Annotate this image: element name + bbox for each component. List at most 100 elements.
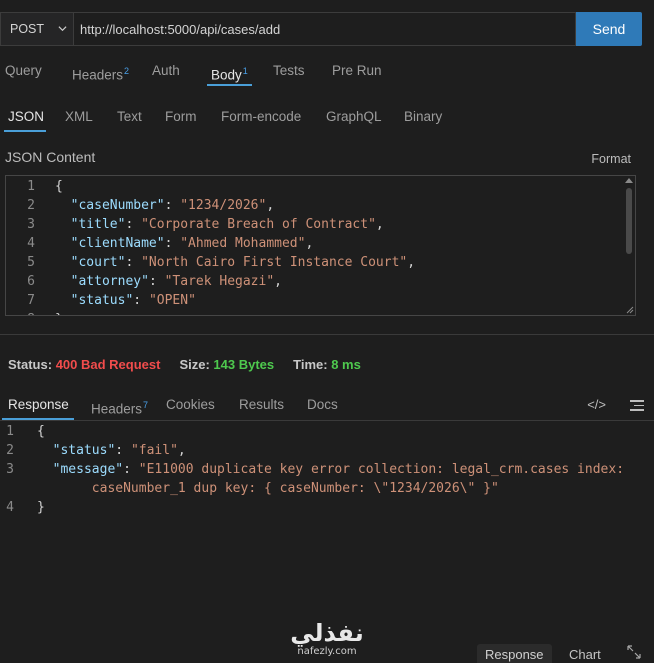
request-bar: POST http://localhost:5000/api/cases/add… xyxy=(0,12,642,46)
line-code: "title": "Corporate Breach of Contract", xyxy=(70,217,384,232)
tab-body[interactable]: Body1 xyxy=(207,62,252,86)
line-number: 1 xyxy=(27,179,35,194)
status-label: Status: xyxy=(8,357,53,372)
line-number: 3 xyxy=(27,217,35,232)
body-type-xml[interactable]: XML xyxy=(65,108,93,132)
status-value: 400 Bad Request xyxy=(55,357,161,372)
editor-line: 8 } xyxy=(6,310,635,315)
line-code: { xyxy=(39,177,63,196)
watermark-arabic: نفذلي xyxy=(290,619,364,647)
editor-line: 4 "clientName": "Ahmed Mohammed", xyxy=(6,234,635,253)
time-value: 8 ms xyxy=(331,357,361,372)
watermark-logo: نفذلي nafezly.com xyxy=(287,620,367,662)
line-number: 6 xyxy=(27,274,35,289)
response-tabs: Response Headers7 Cookies Results Docs xyxy=(0,397,654,421)
line-code: "message": "E11000 duplicate key error c… xyxy=(52,462,625,477)
tab-label: Query xyxy=(5,63,42,78)
method-select[interactable]: POST xyxy=(0,12,73,46)
json-key: "message" xyxy=(52,462,124,477)
tab-label: Pre Run xyxy=(332,63,382,78)
json-key: "status" xyxy=(70,293,134,308)
line-code: } xyxy=(39,310,63,315)
line-number: 2 xyxy=(27,198,35,213)
chevron-down-icon xyxy=(58,26,67,32)
tab-docs[interactable]: Docs xyxy=(307,397,338,420)
response-status-row: Status: 400 Bad Request Size: 143 Bytes … xyxy=(8,357,361,372)
json-key: "attorney" xyxy=(70,274,149,289)
line-number: 4 xyxy=(6,500,14,515)
size-value: 143 Bytes xyxy=(213,357,275,372)
line-number: 1 xyxy=(6,424,14,439)
json-value: "Corporate Breach of Contract" xyxy=(141,217,376,232)
json-value: "Tarek Hegazi" xyxy=(164,274,275,289)
tab-auth[interactable]: Auth xyxy=(152,62,180,86)
tab-label: Headers xyxy=(72,67,124,83)
time-label: Time: xyxy=(293,357,328,372)
json-key: "clientName" xyxy=(70,236,165,251)
editor-scrollbar[interactable] xyxy=(626,188,632,254)
body-type-form-encode[interactable]: Form-encode xyxy=(221,108,301,132)
watermark-site: nafezly.com xyxy=(297,646,357,657)
line-number: 2 xyxy=(6,443,14,458)
tab-results[interactable]: Results xyxy=(239,397,284,420)
json-value: "1234/2026" xyxy=(180,198,267,213)
headers-count-badge: 7 xyxy=(143,400,149,410)
format-button[interactable]: Format xyxy=(591,152,631,166)
json-key: "status" xyxy=(52,443,116,458)
response-line: 3 "message": "E11000 duplicate key error… xyxy=(0,460,654,479)
tab-response-headers[interactable]: Headers7 xyxy=(91,397,148,420)
menu-icon[interactable] xyxy=(630,400,644,411)
tab-response[interactable]: Response xyxy=(2,397,74,420)
json-value: "E11000 duplicate key error collection: … xyxy=(138,462,625,477)
response-line: 4 } xyxy=(0,498,654,517)
body-type-binary[interactable]: Binary xyxy=(404,108,442,132)
body-type-form[interactable]: Form xyxy=(165,108,197,132)
code-snippet-icon[interactable]: </> xyxy=(587,397,606,412)
headers-count-badge: 2 xyxy=(124,66,130,76)
json-key: "title" xyxy=(70,217,126,232)
size-label: Size: xyxy=(179,357,210,372)
body-type-tabs: JSON XML Text Form Form-encode GraphQL B… xyxy=(0,108,654,132)
body-type-text[interactable]: Text xyxy=(117,108,142,132)
brace: } xyxy=(55,312,63,315)
editor-line: 6 "attorney": "Tarek Hegazi", xyxy=(6,272,635,291)
send-button[interactable]: Send xyxy=(576,12,642,46)
tab-pre-run[interactable]: Pre Run xyxy=(332,62,382,86)
tab-label: Cookies xyxy=(166,397,215,412)
tab-tests[interactable]: Tests xyxy=(273,62,305,86)
line-code: "status": "fail", xyxy=(52,443,186,458)
tab-headers[interactable]: Headers2 xyxy=(72,62,129,86)
body-type-graphql[interactable]: GraphQL xyxy=(326,108,382,132)
bottom-tab-response[interactable]: Response xyxy=(477,644,552,663)
json-value: "Ahmed Mohammed" xyxy=(180,236,306,251)
line-number: 3 xyxy=(6,462,14,477)
tab-label: Tests xyxy=(273,63,305,78)
line-number: 7 xyxy=(27,293,35,308)
expand-icon[interactable] xyxy=(626,644,642,660)
response-line: 1 { xyxy=(0,422,654,441)
line-code: { xyxy=(37,424,45,439)
url-input[interactable]: http://localhost:5000/api/cases/add xyxy=(73,12,576,46)
body-type-json[interactable]: JSON xyxy=(4,108,47,132)
pane-divider[interactable] xyxy=(0,334,654,335)
json-editor[interactable]: 1 { 2 "caseNumber": "1234/2026", 3 "titl… xyxy=(5,175,636,316)
tab-cookies[interactable]: Cookies xyxy=(166,397,215,420)
scroll-up-icon[interactable] xyxy=(625,178,633,183)
tab-label: Body xyxy=(211,67,242,83)
tab-query[interactable]: Query xyxy=(5,62,42,86)
line-number: 4 xyxy=(27,236,35,251)
body-count-badge: 1 xyxy=(242,66,248,76)
json-key: "court" xyxy=(70,255,126,270)
editor-line: 5 "court": "North Cairo First Instance C… xyxy=(6,253,635,272)
json-value: "OPEN" xyxy=(148,293,196,308)
line-code: } xyxy=(37,500,45,515)
response-line-wrap: caseNumber_1 dup key: { caseNumber: \"12… xyxy=(0,479,654,498)
json-value: "fail" xyxy=(130,443,178,458)
editor-line: 3 "title": "Corporate Breach of Contract… xyxy=(6,215,635,234)
resize-handle-icon[interactable] xyxy=(625,305,634,314)
json-key: "caseNumber" xyxy=(70,198,165,213)
line-code: "status": "OPEN" xyxy=(70,293,196,308)
bottom-tab-chart[interactable]: Chart xyxy=(561,644,609,663)
tab-label: Docs xyxy=(307,397,338,412)
line-code: "caseNumber": "1234/2026", xyxy=(70,198,275,213)
